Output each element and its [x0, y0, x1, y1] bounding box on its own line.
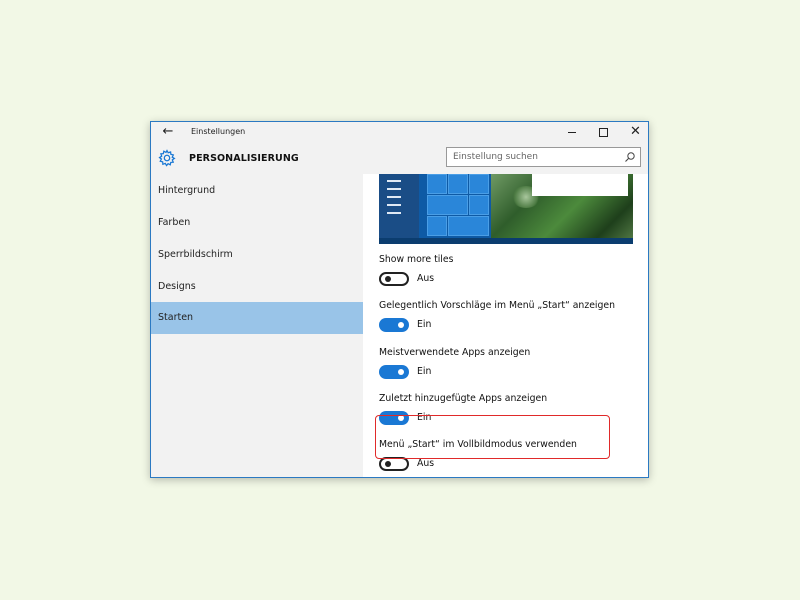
close-icon[interactable]: ✕ — [620, 122, 648, 144]
window-title: Einstellungen — [191, 127, 246, 136]
search-icon[interactable] — [624, 151, 636, 163]
sidebar-item-designs[interactable]: Designs — [151, 271, 363, 303]
page-header: PERSONALISIERUNG — [151, 144, 648, 174]
setting-label: Show more tiles — [379, 254, 454, 265]
toggle-state: Ein — [417, 366, 432, 377]
setting-label: Gelegentlich Vorschläge im Menü „Start“ … — [379, 300, 616, 311]
toggle-switch[interactable] — [379, 272, 409, 286]
search-box[interactable] — [446, 147, 641, 167]
setting-label: Meistverwendete Apps anzeigen — [379, 347, 531, 358]
settings-window: ← Einstellungen ✕ PERSONALISIERUNG Hinte… — [150, 121, 649, 478]
title-bar: ← Einstellungen ✕ — [151, 122, 648, 144]
sidebar-item-hintergrund[interactable]: Hintergrund — [151, 175, 363, 207]
preview-window — [532, 174, 628, 196]
preview-tiles — [427, 174, 491, 236]
preview-start-menu — [379, 174, 419, 244]
page-title: PERSONALISIERUNG — [189, 153, 299, 164]
sidebar-item-sperrbildschirm[interactable]: Sperrbildschirm — [151, 239, 363, 271]
toggle-switch[interactable] — [379, 457, 409, 471]
toggle-switch[interactable] — [379, 318, 409, 332]
sidebar: Hintergrund Farben Sperrbildschirm Desig… — [151, 174, 363, 477]
toggle-state: Aus — [417, 273, 435, 284]
toggle-switch[interactable] — [379, 365, 409, 379]
sidebar-item-starten[interactable]: Starten — [151, 302, 363, 334]
toggle-state: Ein — [417, 319, 432, 330]
setting-label: Zuletzt hinzugefügte Apps anzeigen — [379, 393, 548, 404]
search-input[interactable] — [453, 150, 618, 164]
minimize-icon[interactable] — [556, 122, 586, 144]
highlight-box — [375, 415, 610, 459]
back-arrow-icon[interactable]: ← — [161, 124, 175, 140]
sidebar-item-farben[interactable]: Farben — [151, 207, 363, 239]
preview-taskbar — [379, 238, 633, 244]
maximize-icon[interactable] — [588, 122, 618, 144]
toggle-state: Aus — [417, 458, 435, 469]
start-preview-image — [379, 174, 633, 244]
gear-icon — [158, 149, 176, 167]
